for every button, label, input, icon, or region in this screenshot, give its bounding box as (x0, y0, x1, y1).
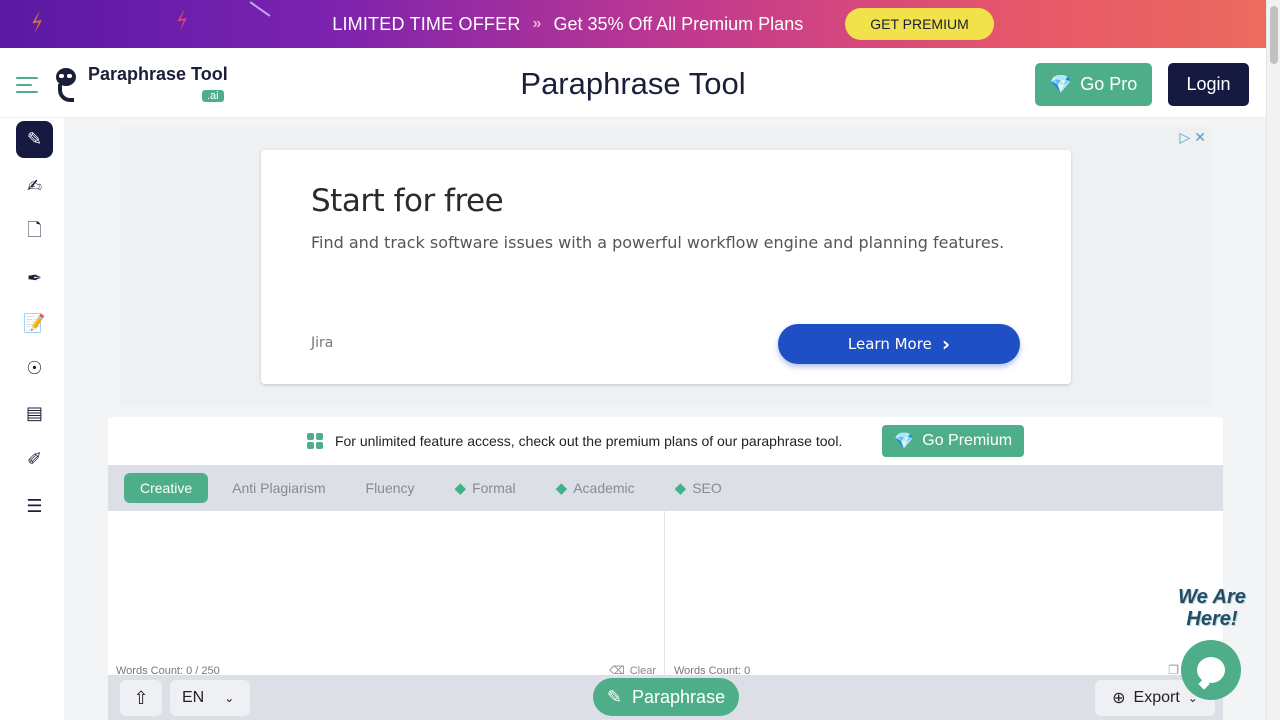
language-value: EN (182, 689, 205, 706)
premium-gem-icon: ◆ (674, 480, 687, 497)
tab-label: SEO (692, 480, 722, 496)
login-button[interactable]: Login (1168, 63, 1249, 106)
advertisement: ▷ ✕ Start for free Find and track softwa… (120, 127, 1212, 407)
chevron-right-icon: › (941, 332, 951, 356)
export-label: Export (1133, 689, 1180, 706)
tab-fluency[interactable]: Fluency (350, 473, 431, 503)
download-icon: ⊕ (1112, 690, 1126, 707)
tab-label: Creative (140, 480, 193, 496)
diamond-icon: 💎 (894, 433, 915, 450)
premium-notice-text: For unlimited feature access, check out … (334, 433, 843, 449)
action-bar: ⇧ EN ⌄ ✎ Paraphrase ⊕ Export ⌄ (108, 675, 1223, 720)
text-box-pen-icon: ☰ (26, 496, 43, 516)
pen-nib-icon: ✒ (26, 268, 43, 288)
brain-head-icon: ☉ (26, 358, 43, 378)
decorative-streak (249, 1, 271, 17)
tab-anti-plagiarism[interactable]: Anti Plagiarism (216, 473, 341, 503)
premium-gem-icon: ◆ (454, 480, 467, 497)
sidebar-item-essay-writer[interactable]: 📝 (16, 305, 53, 342)
learn-more-label: Learn More (847, 335, 932, 353)
sidebar-item-plagiarism-checker[interactable]: 🗋 (16, 214, 53, 251)
diamond-icon: 💎 (1049, 74, 1073, 94)
sidebar-item-ai-detector[interactable]: ☉ (16, 350, 53, 387)
upload-icon: ⇧ (133, 687, 149, 708)
chat-tagline-line: We Are (1178, 586, 1246, 608)
premium-notice: For unlimited feature access, check out … (108, 417, 1223, 465)
document-block-icon: 🗋 (27, 219, 42, 240)
upload-button[interactable]: ⇧ (120, 680, 162, 716)
sidebar-item-ai-writer[interactable]: ✍ (16, 168, 53, 205)
lightning-icon: ⚡ (25, 7, 50, 38)
document-info-icon: ▤ (25, 403, 43, 423)
go-pro-label: Go Pro (1080, 74, 1138, 94)
go-pro-button[interactable]: 💎 Go Pro (1035, 63, 1152, 106)
input-text-area[interactable]: Words Count: 0 / 250 ⌫ Clear (108, 511, 665, 681)
tab-label: Anti Plagiarism (232, 480, 326, 496)
document-pencil-icon: 📝 (23, 313, 46, 333)
paraphrase-label: Paraphrase (632, 686, 726, 707)
chat-tagline-line: Here! (1186, 608, 1238, 630)
chat-button[interactable] (1181, 640, 1241, 700)
tab-creative[interactable]: Creative (124, 473, 209, 503)
lightning-icon: ⚡ (170, 5, 195, 36)
go-premium-button[interactable]: 💎 Go Premium (882, 425, 1025, 457)
language-select[interactable]: EN ⌄ (170, 680, 250, 716)
paraphrase-icon: ✎ (606, 686, 623, 707)
tab-label: Fluency (365, 480, 415, 496)
adchoices-icon[interactable]: ▷ (1179, 129, 1190, 146)
translate-pen-icon: ✐ (26, 449, 43, 469)
premium-gem-icon: ◆ (555, 480, 568, 497)
chat-tagline: We Are Here! (1170, 586, 1254, 630)
ad-description: Find and track software issues with a po… (311, 233, 1005, 252)
ad-card[interactable]: Start for free Find and track software i… (261, 150, 1071, 384)
page-scrollbar[interactable] (1266, 0, 1280, 720)
paraphrase-icon: ✎ (26, 129, 43, 149)
tool-sidebar: ✎ ✍ 🗋 ✒ 📝 ☉ ▤ ✐ ☰ (0, 118, 64, 720)
tab-formal[interactable]: ◆ Formal (439, 473, 532, 503)
ad-title: Start for free (311, 183, 504, 219)
scrollbar-thumb[interactable] (1270, 6, 1278, 64)
sidebar-item-summarizer[interactable]: ✒ (16, 260, 53, 297)
promo-banner[interactable]: ⚡ ⚡ LIMITED TIME OFFER » Get 35% Off All… (0, 0, 1266, 48)
tab-seo[interactable]: ◆ SEO (659, 473, 738, 503)
close-ad-icon[interactable]: ✕ (1194, 129, 1206, 146)
chevron-down-icon: ⌄ (224, 691, 235, 705)
site-header: Paraphrase Tool .ai Paraphrase Tool 💎 Go… (0, 48, 1266, 118)
sidebar-item-text-editor[interactable]: ☰ (16, 488, 53, 525)
get-premium-button[interactable]: GET PREMIUM (845, 8, 994, 40)
promo-offer: Get 35% Off All Premium Plans (553, 13, 804, 34)
grid-icon (306, 433, 323, 449)
tab-academic[interactable]: ◆ Academic (540, 473, 651, 503)
paraphrase-tool-panel: For unlimited feature access, check out … (108, 417, 1223, 720)
output-text-area[interactable]: Words Count: 0 ❐ (666, 511, 1223, 681)
sidebar-item-document-tool[interactable]: ▤ (16, 395, 53, 432)
sidebar-item-grammar-checker[interactable]: ✐ (16, 441, 53, 478)
chat-bubble-icon (1197, 657, 1225, 683)
tab-label: Formal (472, 480, 516, 496)
go-premium-label: Go Premium (922, 432, 1013, 449)
sidebar-item-paraphrase-tool[interactable]: ✎ (16, 121, 53, 158)
hand-writing-icon: ✍ (26, 176, 43, 196)
paraphrase-button[interactable]: ✎ Paraphrase (593, 678, 739, 716)
promo-headline: LIMITED TIME OFFER (332, 13, 521, 34)
tab-label: Academic (573, 480, 635, 496)
ad-brand: Jira (311, 335, 334, 351)
mode-tabs: Creative Anti Plagiarism Fluency ◆ Formal… (108, 465, 1223, 511)
learn-more-button[interactable]: Learn More › (778, 324, 1020, 364)
double-chevron-icon: » (532, 15, 542, 32)
